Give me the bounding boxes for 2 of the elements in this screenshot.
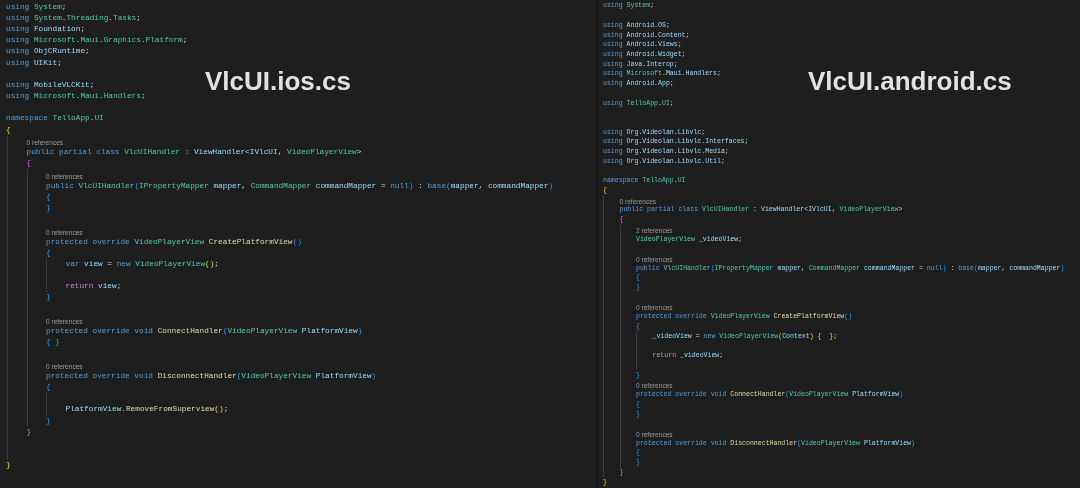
file-title: VlcUI.android.cs	[808, 66, 1012, 97]
file-title: VlcUI.ios.cs	[205, 66, 351, 97]
